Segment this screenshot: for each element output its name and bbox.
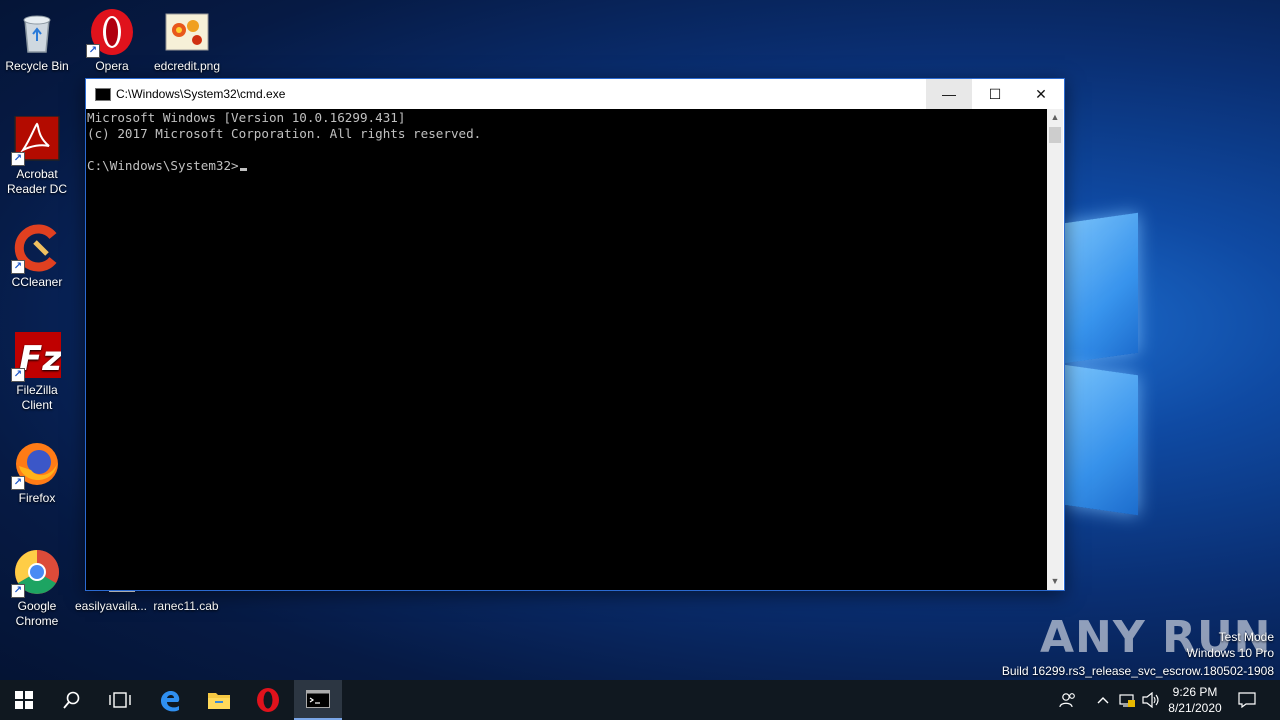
search-icon	[63, 691, 80, 709]
cmd-icon	[306, 690, 330, 708]
taskbar-cmd[interactable]	[294, 680, 342, 720]
start-button[interactable]	[0, 680, 48, 720]
cmd-window[interactable]: C:\Windows\System32\cmd.exe — ☐ ✕ Micros…	[85, 78, 1065, 591]
maximize-button[interactable]: ☐	[972, 79, 1018, 109]
text-cursor	[239, 168, 247, 171]
clock-date: 8/21/2020	[1168, 701, 1222, 715]
taskbar-opera[interactable]	[244, 680, 292, 720]
file-explorer-icon	[208, 693, 230, 709]
people-button[interactable]	[1056, 680, 1080, 720]
filezilla-icon: Fz ↗	[11, 332, 62, 382]
ccleaner-icon: ↗	[11, 224, 61, 274]
desktop-icon-label: CCleaner	[11, 275, 63, 289]
shortcut-arrow-icon: ↗	[11, 152, 25, 166]
svg-text:Fz: Fz	[19, 339, 61, 379]
watermark-test-mode: Test Mode	[1218, 630, 1274, 644]
vertical-scrollbar[interactable]: ▲ ▼	[1047, 109, 1063, 590]
desktop-icon-label: edcredit.png	[153, 59, 221, 73]
people-icon	[1059, 693, 1075, 708]
search-button[interactable]	[48, 680, 96, 720]
recycle-bin-icon	[13, 8, 61, 56]
desktop-icon-opera[interactable]: ↗ Opera	[75, 8, 149, 74]
opera-icon: ↗	[86, 8, 136, 58]
task-view-icon	[109, 692, 131, 708]
notification-icon	[1238, 692, 1256, 708]
desktop-icon-acrobat[interactable]: ↗ Acrobat Reader DC	[0, 115, 74, 197]
console-prompt-line: C:\Windows\System32>	[87, 158, 1047, 174]
scroll-down-icon[interactable]: ▼	[1047, 573, 1063, 590]
shortcut-arrow-icon: ↗	[86, 44, 100, 58]
desktop-icon-label: FileZilla Client	[16, 383, 58, 412]
start-icon	[15, 691, 33, 709]
desktop-icon-label: easilyavaila...	[74, 599, 148, 613]
console-line: Microsoft Windows [Version 10.0.16299.43…	[87, 110, 406, 125]
chevron-up-icon	[1097, 697, 1109, 704]
desktop-icon-chrome[interactable]: ↗ Google Chrome	[0, 548, 74, 629]
desktop-icon-firefox[interactable]: ↗ Firefox	[0, 440, 74, 506]
taskbar-edge[interactable]	[146, 680, 194, 720]
watermark-build: Build 16299.rs3_release_svc_escrow.18050…	[1001, 664, 1274, 678]
desktop-icon-recycle-bin[interactable]: Recycle Bin	[0, 8, 74, 74]
desktop-icon-ccleaner[interactable]: ↗ CCleaner	[0, 224, 74, 290]
scrollbar-thumb[interactable]	[1049, 127, 1061, 143]
show-hidden-icons-button[interactable]	[1092, 680, 1114, 720]
acrobat-reader-icon: ↗	[11, 115, 61, 166]
desktop-icon-label: Acrobat Reader DC	[6, 167, 68, 196]
wallpaper-windows-logo	[1060, 210, 1280, 520]
close-button[interactable]: ✕	[1018, 79, 1064, 109]
desktop-icon-label: ranec11.cab	[153, 599, 219, 613]
shortcut-arrow-icon: ↗	[11, 584, 25, 598]
console-output[interactable]: Microsoft Windows [Version 10.0.16299.43…	[86, 109, 1047, 590]
window-title: C:\Windows\System32\cmd.exe	[116, 87, 286, 101]
scroll-up-icon[interactable]: ▲	[1047, 109, 1063, 126]
firefox-icon: ↗	[11, 440, 61, 490]
desktop-icon-label: Firefox	[18, 491, 56, 505]
edge-icon	[161, 691, 180, 712]
shortcut-arrow-icon: ↗	[11, 476, 25, 490]
cmd-title-icon	[95, 88, 111, 101]
network-button[interactable]	[1116, 680, 1138, 720]
watermark-edition: Windows 10 Pro	[1186, 646, 1274, 660]
task-view-button[interactable]	[96, 680, 144, 720]
chrome-icon: ↗	[11, 548, 61, 598]
image-file-icon	[163, 8, 211, 56]
desktop-icon-label: Recycle Bin	[5, 59, 69, 73]
network-icon	[1119, 694, 1135, 707]
desktop-icon-edcredit[interactable]: edcredit.png	[150, 8, 224, 74]
console-line: (c) 2017 Microsoft Corporation. All righ…	[87, 126, 482, 141]
taskbar-file-explorer[interactable]	[195, 680, 243, 720]
opera-icon	[257, 688, 279, 712]
shortcut-arrow-icon: ↗	[11, 260, 25, 274]
window-titlebar[interactable]: C:\Windows\System32\cmd.exe — ☐ ✕	[86, 79, 1064, 109]
desktop-icon-filezilla[interactable]: Fz ↗ FileZilla Client	[0, 332, 74, 413]
minimize-button[interactable]: —	[926, 79, 972, 109]
clock-time: 9:26 PM	[1172, 685, 1218, 699]
taskbar-clock[interactable]: 9:26 PM 8/21/2020	[1160, 684, 1230, 716]
speaker-icon	[1142, 692, 1159, 708]
desktop-icon-label: Opera	[95, 59, 129, 73]
taskbar: 9:26 PM 8/21/2020	[0, 680, 1280, 720]
volume-button[interactable]	[1140, 680, 1162, 720]
action-center-button[interactable]	[1234, 680, 1260, 720]
shortcut-arrow-icon: ↗	[11, 368, 25, 382]
console-prompt: C:\Windows\System32>	[87, 158, 239, 173]
desktop-icon-label: Google Chrome	[15, 599, 59, 628]
